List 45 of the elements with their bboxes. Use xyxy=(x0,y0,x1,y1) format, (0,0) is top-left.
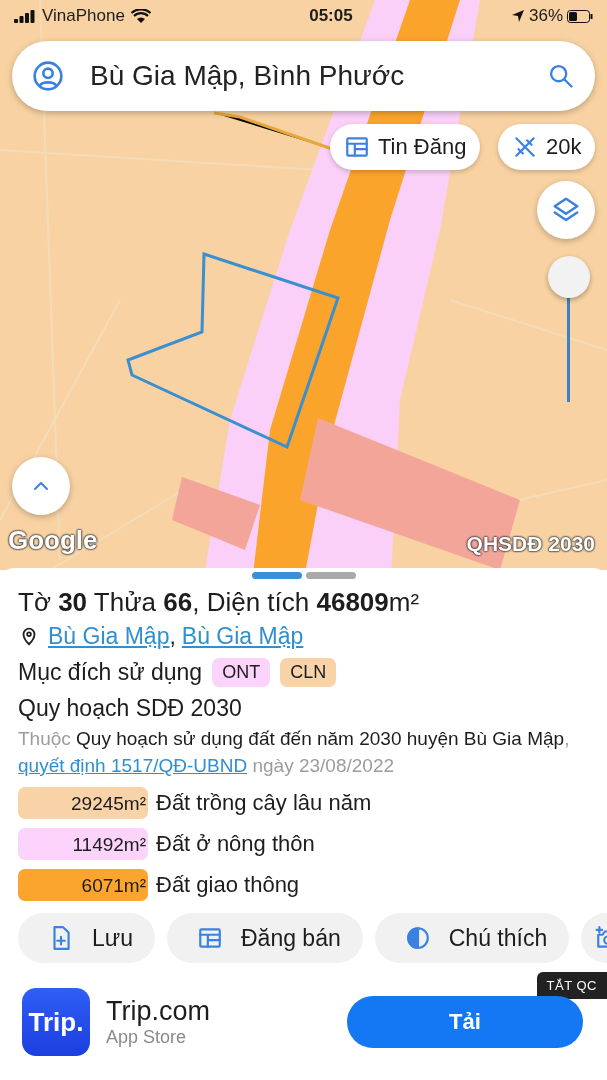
area-value: 29245m² xyxy=(18,787,148,819)
carrier-name: VinaPhone xyxy=(42,6,125,26)
signal-icon xyxy=(14,9,36,23)
land-type: Đất ở nông thôn xyxy=(156,831,315,857)
store-name: App Store xyxy=(106,1027,188,1048)
half-circle-icon xyxy=(404,925,431,951)
search-field[interactable]: Bù Gia Mập, Bình Phước xyxy=(88,59,523,93)
install-button[interactable]: Tải xyxy=(347,996,583,1048)
commune-link[interactable]: Bù Gia Mập xyxy=(48,622,170,650)
land-type: Đất trồng cây lâu năm xyxy=(156,790,372,816)
close-ad-label[interactable]: TẮT QC xyxy=(536,972,607,999)
plan-title: Quy hoạch SDĐ 2030 xyxy=(18,694,243,723)
search-icon xyxy=(547,62,575,90)
layer-name: QHSDĐ 2030 xyxy=(466,532,595,556)
app-name: Trip.com xyxy=(106,996,211,1027)
app-logo: Trip. xyxy=(22,988,90,1056)
save-button[interactable]: Lưu xyxy=(18,913,155,963)
wifi-icon xyxy=(130,8,151,24)
land-use-tag: CLN xyxy=(280,657,337,687)
area-value: 6071m² xyxy=(18,869,148,901)
account-icon xyxy=(32,60,64,92)
time: 05:05 xyxy=(309,6,353,26)
battery-icon xyxy=(567,9,593,23)
scale-button[interactable]: 20k xyxy=(498,124,596,170)
search-bar[interactable]: Bù Gia Mập, Bình Phước xyxy=(12,41,595,111)
legend-button[interactable]: Chú thích xyxy=(374,913,570,963)
battery-percent: 36% xyxy=(529,6,563,26)
land-type: Đất giao thông xyxy=(156,872,300,898)
sell-button[interactable]: Đăng bán xyxy=(167,913,363,963)
map-brand: Google xyxy=(8,525,98,556)
calendar-icon xyxy=(344,134,370,160)
land-use-tag: ONT xyxy=(212,657,271,687)
separator: , xyxy=(169,622,176,651)
purpose-label: Mục đích sử dụng xyxy=(18,658,203,687)
location-arrow-icon xyxy=(511,9,525,23)
listings-button[interactable]: Tin Đăng xyxy=(330,124,481,170)
page-indicator[interactable] xyxy=(305,572,356,579)
decision-link[interactable]: quyết định 1517/QĐ-UBND xyxy=(18,755,248,776)
calendar-icon xyxy=(197,925,223,951)
area-value: 11492m² xyxy=(18,828,148,860)
district-link[interactable]: Bù Gia Mập xyxy=(181,622,304,650)
plan-description: Thuộc Quy hoạch sử dụng đất đến năm 2030 huyện Bù Gia Mập, quyết định 1517/QĐ-UBND ngày 23/08/2022 xyxy=(18,727,571,778)
page-indicator[interactable] xyxy=(251,572,302,579)
parcel-title: Tờ 30 Thửa 66, Diện tích 46809m² xyxy=(18,586,421,619)
opacity-slider[interactable] xyxy=(548,256,590,402)
